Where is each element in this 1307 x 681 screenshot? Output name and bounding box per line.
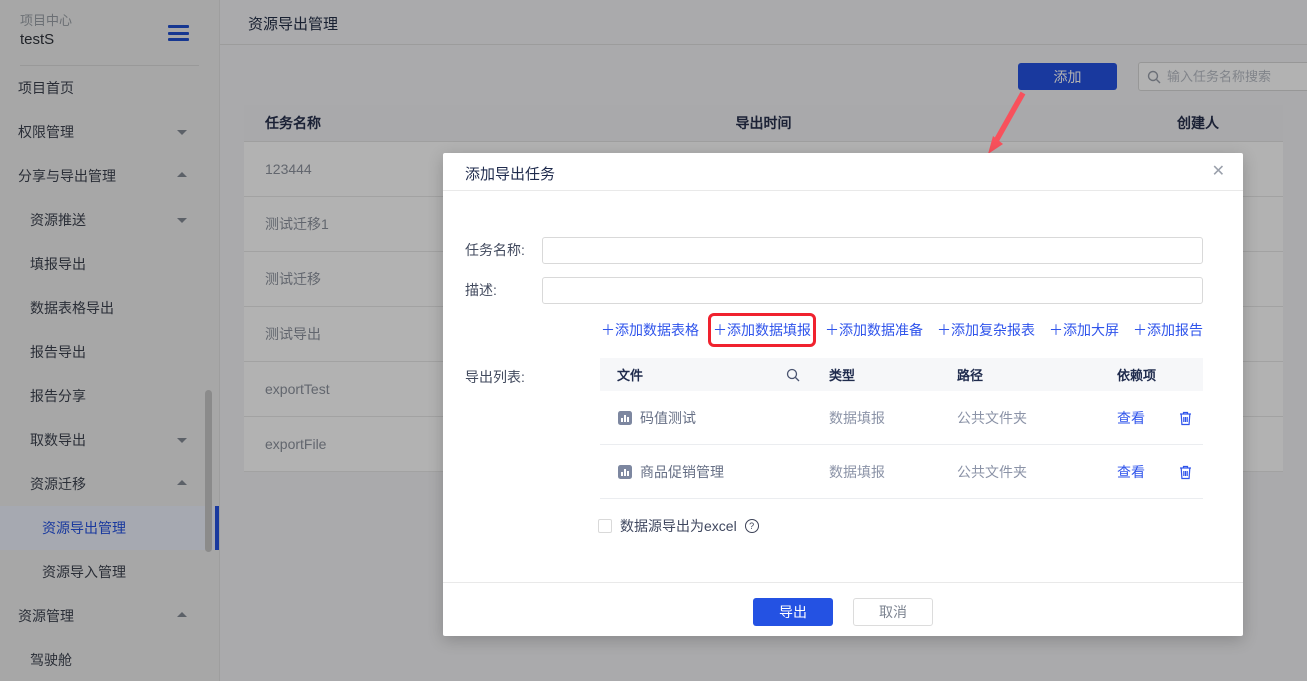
add-dashboard-link[interactable]: ＋添加大屏 xyxy=(1049,320,1119,340)
column-file: 文件 xyxy=(617,365,643,384)
modal-title: 添加导出任务 xyxy=(465,163,555,184)
add-complex-report-link[interactable]: ＋添加复杂报表 xyxy=(937,320,1035,340)
data-form-file-icon xyxy=(617,464,633,480)
path-cell: 公共文件夹 xyxy=(940,462,1100,482)
path-cell: 公共文件夹 xyxy=(940,408,1100,428)
column-type: 类型 xyxy=(812,365,940,384)
app-window: 项目中心 testS 项目首页 权限管理 分享与导出管理 资源推送 填报导出 数… xyxy=(0,0,1307,681)
file-name: 码值测试 xyxy=(640,408,696,428)
excel-export-option: 数据源导出为excel ? xyxy=(598,516,759,536)
task-name-field[interactable] xyxy=(542,237,1203,264)
description-field[interactable] xyxy=(542,277,1203,304)
export-button[interactable]: 导出 xyxy=(753,598,833,626)
type-cell: 数据填报 xyxy=(812,462,940,482)
add-data-table-link[interactable]: ＋添加数据表格 xyxy=(601,320,699,340)
view-link[interactable]: 查看 xyxy=(1117,408,1145,428)
type-cell: 数据填报 xyxy=(812,408,940,428)
add-resource-links: ＋添加数据表格 ＋添加数据填报 ＋添加数据准备 ＋添加复杂报表 ＋添加大屏 ＋添… xyxy=(542,316,1203,344)
export-table-header: 文件 类型 路径 依赖项 xyxy=(600,358,1203,391)
modal-footer: 导出 取消 xyxy=(443,582,1243,636)
export-list-table: 文件 类型 路径 依赖项 码值测试 数据 xyxy=(600,358,1203,499)
excel-export-checkbox[interactable] xyxy=(598,519,612,533)
add-report-link[interactable]: ＋添加报告 xyxy=(1133,320,1203,340)
export-row: 商品促销管理 数据填报 公共文件夹 查看 xyxy=(600,445,1203,499)
close-icon[interactable]: ✕ xyxy=(1212,162,1225,182)
export-list-label: 导出列表: xyxy=(465,364,525,391)
view-link[interactable]: 查看 xyxy=(1117,462,1145,482)
task-name-label: 任务名称: xyxy=(465,237,525,264)
data-form-file-icon xyxy=(617,410,633,426)
add-data-prep-link[interactable]: ＋添加数据准备 xyxy=(825,320,923,340)
help-icon[interactable]: ? xyxy=(745,519,759,533)
trash-icon[interactable] xyxy=(1178,410,1193,426)
description-label: 描述: xyxy=(465,277,497,304)
annotation-arrow xyxy=(975,86,1035,161)
trash-icon[interactable] xyxy=(1178,464,1193,480)
file-name: 商品促销管理 xyxy=(640,462,724,482)
file-search-icon[interactable] xyxy=(786,368,800,382)
column-path: 路径 xyxy=(940,365,1100,384)
excel-export-label: 数据源导出为excel xyxy=(620,516,737,536)
column-dependency: 依赖项 xyxy=(1100,365,1203,384)
cancel-button[interactable]: 取消 xyxy=(853,598,933,626)
add-data-form-link-label: ＋添加数据填报 xyxy=(713,322,811,338)
add-export-task-modal: 添加导出任务 ✕ 任务名称: 描述: ＋添加数据表格 ＋添加数据填报 ＋添加数据… xyxy=(443,153,1243,636)
export-row: 码值测试 数据填报 公共文件夹 查看 xyxy=(600,391,1203,445)
modal-header: 添加导出任务 ✕ xyxy=(443,153,1243,191)
add-data-form-link[interactable]: ＋添加数据填报 xyxy=(713,320,811,340)
